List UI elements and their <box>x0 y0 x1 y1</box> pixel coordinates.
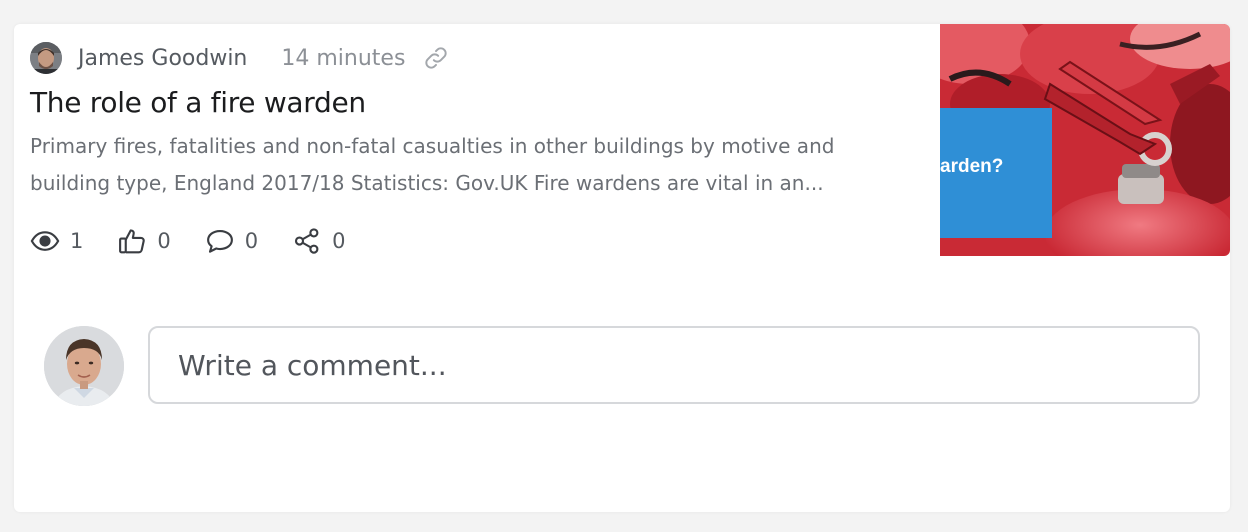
comment-button[interactable]: 0 <box>205 226 258 256</box>
post-excerpt-line: building type, England 2017/18 Statistic… <box>30 171 824 195</box>
post-timestamp: 14 minutes <box>281 45 406 71</box>
author-avatar[interactable] <box>30 42 62 74</box>
link-icon[interactable] <box>423 45 449 71</box>
thumbs-up-icon <box>119 229 146 254</box>
comment-icon <box>206 229 233 253</box>
current-user-avatar-image <box>44 326 124 406</box>
post-card: James Goodwin 14 minutes The role of a f… <box>14 24 1230 512</box>
post-stats: 1 0 0 0 <box>30 224 380 258</box>
post-excerpt: Primary fires, fatalities and non-fatal … <box>30 128 920 202</box>
author-name[interactable]: James Goodwin <box>78 46 247 71</box>
share-button[interactable]: 0 <box>292 226 346 256</box>
eye-icon <box>30 231 60 251</box>
fire-extinguisher-image: arden? <box>940 24 1230 256</box>
author-avatar-image <box>30 42 62 74</box>
likes-count: 0 <box>157 229 171 253</box>
post: James Goodwin 14 minutes The role of a f… <box>14 24 1230 256</box>
post-meta: James Goodwin 14 minutes <box>30 42 449 74</box>
post-title[interactable]: The role of a fire warden <box>30 86 366 119</box>
share-icon <box>295 228 319 254</box>
like-button[interactable]: 0 <box>117 226 171 256</box>
comment-input[interactable] <box>148 326 1200 404</box>
post-excerpt-line: Primary fires, fatalities and non-fatal … <box>30 134 835 158</box>
comments-count: 0 <box>244 229 259 253</box>
thumbnail-text: arden? <box>940 156 1003 177</box>
views-count: 1 <box>70 229 84 253</box>
views-stat: 1 <box>30 226 83 256</box>
current-user-avatar[interactable] <box>44 326 124 406</box>
comment-composer <box>44 326 1204 406</box>
post-thumbnail[interactable]: arden? <box>940 24 1230 256</box>
shares-count: 0 <box>332 229 346 253</box>
